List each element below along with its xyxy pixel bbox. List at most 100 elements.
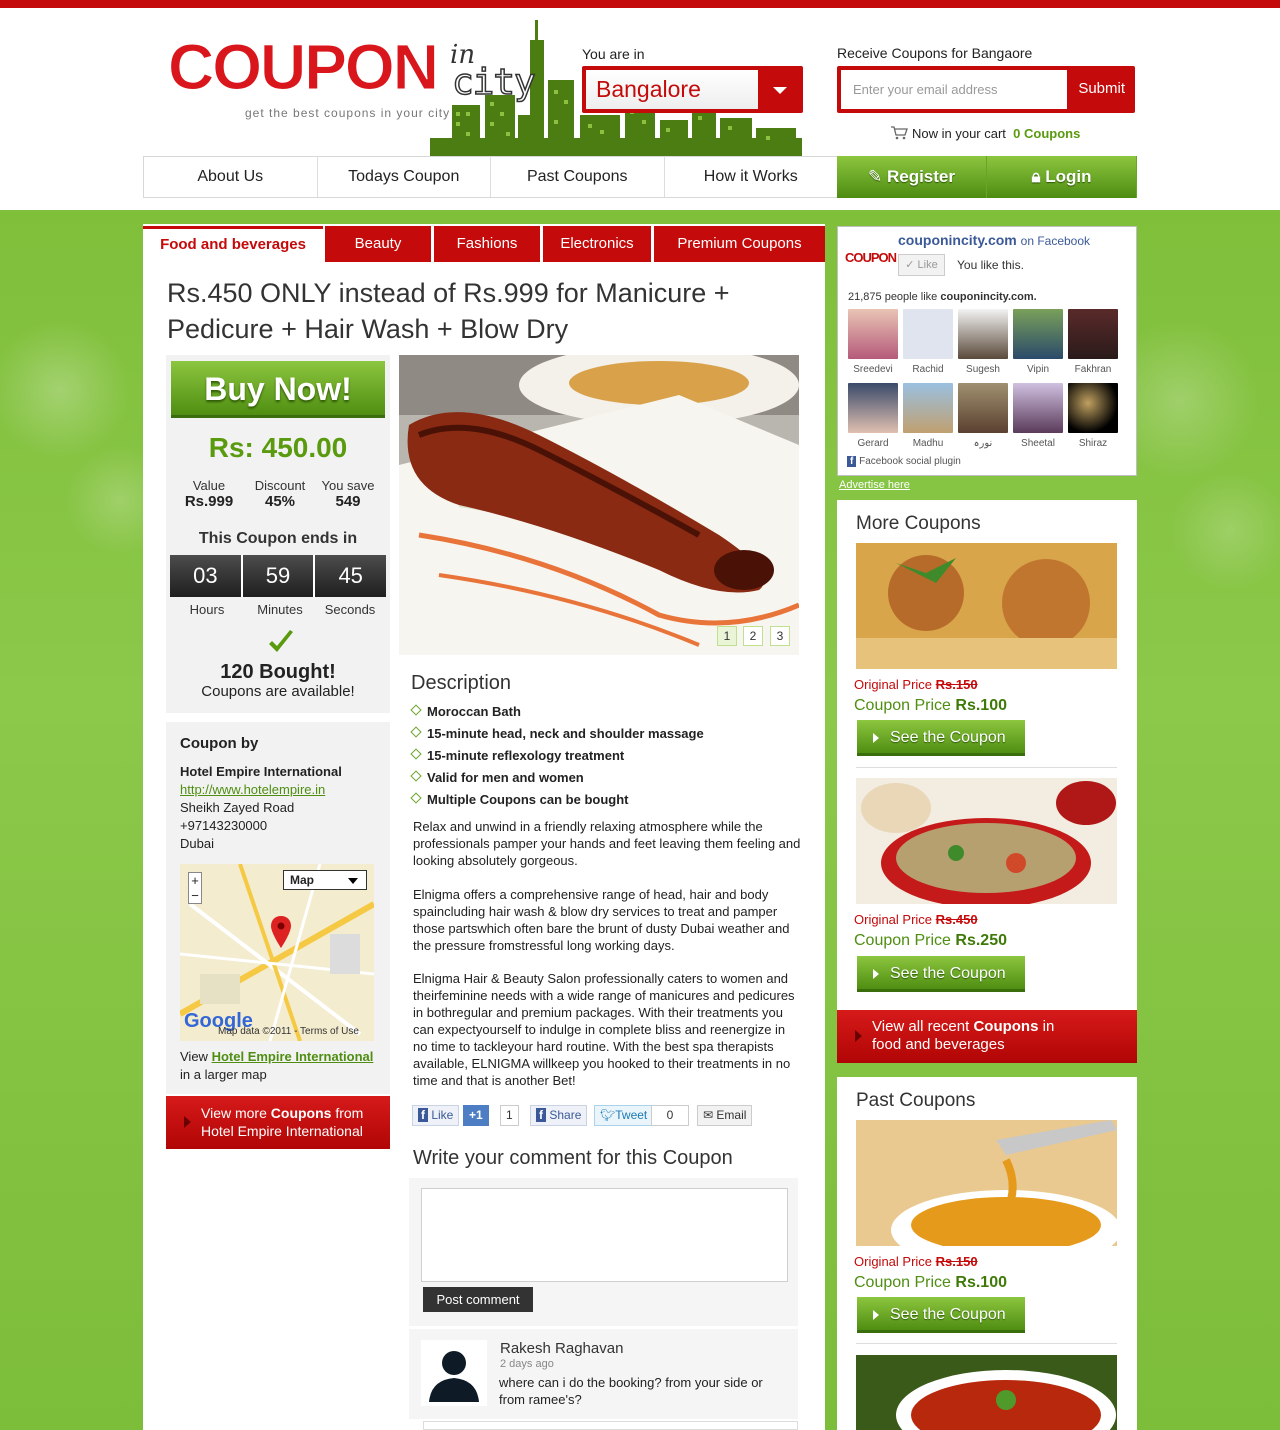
view-all-suffix: in [1042,1018,1055,1035]
fan-name[interactable]: Shiraz [1065,438,1121,449]
coupon-image[interactable] [856,778,1117,904]
fan-name[interactable]: Sreedevi [845,364,901,375]
fan-count-text: 21,875 people like [848,291,938,303]
subscribe-form: Enter your email address Submit [837,66,1135,113]
fan-name[interactable]: Rachid [900,364,956,375]
google-plus-button[interactable]: +1 [463,1105,489,1126]
map-pin-icon[interactable] [270,916,292,950]
photo-page-1[interactable]: 1 [717,626,737,646]
fan-name[interactable]: Madhu [900,438,956,449]
tab-beauty[interactable]: Beauty [325,226,431,262]
logo-wordmark[interactable]: COUPON [168,30,440,104]
fan-name[interactable]: Sugesh [955,364,1011,375]
countdown-hours: 03 [170,555,241,597]
chevron-down-icon[interactable] [773,87,787,94]
fan-avatar[interactable] [903,383,953,433]
facebook-box-like-button[interactable]: ✓ Like [898,254,945,276]
description-bullet: Valid for men and women [412,770,584,785]
merchant-heading: Coupon by [180,735,259,752]
fan-avatar[interactable] [958,383,1008,433]
facebook-share-button[interactable]: f Share [530,1105,588,1126]
submit-button[interactable]: Submit [1078,80,1125,97]
tab-electronics[interactable]: Electronics [543,226,651,262]
facebook-icon: f [847,456,857,467]
original-price: Original Price Rs.450 [854,912,978,927]
fan-avatar[interactable] [1068,309,1118,359]
fan-avatar[interactable] [1013,309,1063,359]
see-coupon-button[interactable]: See the Coupon [857,1297,1025,1333]
see-coupon-button[interactable]: See the Coupon [857,720,1025,756]
countdown-heading: This Coupon ends in [198,530,358,547]
email-field[interactable]: Enter your email address [841,70,1067,109]
fan-avatar[interactable] [848,383,898,433]
save-amount: 549 [335,493,361,510]
facebook-like-button[interactable]: f Like [412,1105,460,1126]
fan-count-page: couponincity.com. [940,291,1037,303]
view-all-bold: Coupons [973,1018,1039,1035]
facebook-plugin-footer[interactable]: f Facebook social plugin [847,456,961,467]
fan-avatar[interactable] [958,309,1008,359]
arrow-right-icon [855,1030,862,1042]
fan-avatar[interactable] [1013,383,1063,433]
fan-avatar[interactable] [848,309,898,359]
fan-name[interactable]: Sheetal [1010,438,1066,449]
photo-page-3[interactable]: 3 [770,626,790,646]
facebook-page-link[interactable]: couponincity.com [898,232,1017,248]
nav-past-coupons[interactable]: Past Coupons [491,157,665,197]
larger-map-link[interactable]: Hotel Empire International [212,1049,374,1064]
fan-name[interactable]: Fakhran [1065,364,1121,375]
original-price-value: Rs.150 [935,1254,978,1269]
post-comment-button[interactable]: Post comment [423,1287,533,1312]
deal-price: Rs: 450.00 [208,432,348,463]
fan-name[interactable]: Vipin [1010,364,1066,375]
register-button[interactable]: ✎ Register [837,156,987,198]
nav-about-us[interactable]: About Us [144,157,318,197]
facebook-page-name[interactable]: couponincity.com on Facebook [898,232,1090,248]
nav-todays-coupon[interactable]: Todays Coupon [318,157,491,197]
photo-page-2[interactable]: 2 [743,626,763,646]
description-bullet: 15-minute head, neck and shoulder massag… [412,726,704,741]
tab-food-and-beverages[interactable]: Food and beverages [143,226,323,262]
description-heading: Description [411,672,512,694]
tab-fashions[interactable]: Fashions [434,226,540,262]
nav-how-it-works[interactable]: How it Works [665,157,838,197]
map-type-label: Map [290,873,314,887]
deal-photo[interactable] [399,355,799,655]
coupon-photo [856,1120,1117,1246]
map-zoom-control[interactable]: + − [188,872,202,904]
city-select[interactable]: Bangalore [582,66,803,113]
map-type-select[interactable]: Map [283,870,367,890]
city-select-value: Bangalore [586,70,758,109]
fan-name[interactable]: Gerard [845,438,901,449]
subscribe-label: Receive Coupons for Bangaore [837,45,1033,61]
coupon-image[interactable] [856,543,1117,669]
location-map[interactable]: Map + − Google Map data ©2011 - Terms of … [180,864,374,1041]
facebook-plugin-label: Facebook social plugin [859,456,961,467]
see-coupon-button[interactable]: See the Coupon [857,956,1025,992]
buy-now-button[interactable]: Buy Now! [171,361,385,418]
deal-photo-image [399,355,799,655]
register-label: Register [886,167,955,186]
view-all-recent-coupons-button[interactable]: View all recent Coupons in food and bever… [837,1010,1137,1063]
arrow-right-icon [184,1116,191,1128]
comment-textarea[interactable] [421,1188,788,1282]
email-share-button[interactable]: ✉ Email [697,1105,753,1126]
countdown-seconds: 45 [315,555,387,597]
tab-premium-coupons[interactable]: Premium Coupons [654,226,825,262]
fan-name[interactable]: نورہ [955,438,1011,449]
comment-author[interactable]: Rakesh Raghavan [500,1340,623,1357]
coupon-image[interactable] [856,1120,1117,1246]
avatar [421,1340,487,1406]
view-more-merchant-coupons-button[interactable]: View more Coupons from Hotel Empire Inter… [166,1096,390,1149]
advertise-link[interactable]: Advertise here [839,479,910,491]
fan-avatar[interactable] [1068,383,1118,433]
coupon-image[interactable] [856,1355,1117,1430]
merchant-website-link[interactable]: http://www.hotelempire.in [180,782,325,797]
account-nav: ✎ Register 🔒︎ Login [837,156,1137,198]
description-bullet: Moroccan Bath [412,704,521,719]
value-stat: Value Rs.999 [174,478,244,510]
cart-summary[interactable]: Now in your cart 0 Coupons [890,126,1080,141]
login-button[interactable]: 🔒︎ Login [987,156,1137,198]
tweet-button[interactable]: 🐦︎Tweet [594,1105,654,1126]
fan-avatar[interactable] [903,309,953,359]
